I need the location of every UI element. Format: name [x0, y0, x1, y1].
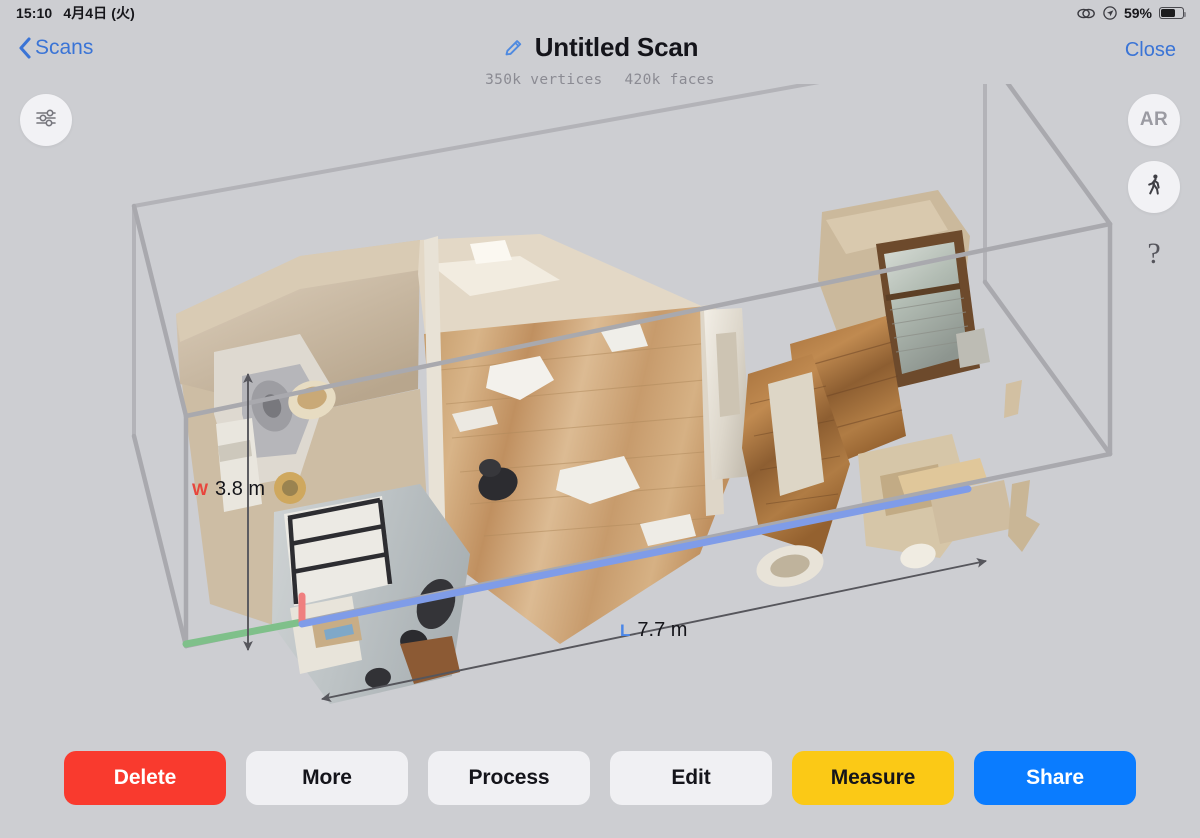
length-dimension-label: L 7.7 m [620, 619, 687, 642]
back-to-scans-button[interactable]: Scans [12, 34, 99, 62]
length-value: 7.7 m [637, 619, 688, 641]
status-time: 15:10 [16, 5, 53, 21]
delete-button[interactable]: Delete [64, 751, 226, 805]
edit-button[interactable]: Edit [610, 751, 772, 805]
question-mark-icon: ? [1147, 237, 1161, 270]
title-block: Untitled Scan 350k vertices 420k faces [0, 32, 1200, 88]
back-button-label: Scans [35, 36, 94, 59]
sliders-icon [33, 105, 59, 136]
scan-viewer-app: 15:10 4月4日 (火) 59% Scans Untitled Scan 3… [0, 0, 1200, 838]
link-icon [1077, 7, 1096, 20]
status-date: 4月4日 (火) [63, 5, 135, 21]
scan-3d-scene[interactable] [0, 84, 1200, 734]
chevron-left-icon [18, 37, 31, 59]
measure-button[interactable]: Measure [792, 751, 954, 805]
model-viewport[interactable] [0, 84, 1200, 734]
width-value: 3.8 m [215, 478, 266, 500]
status-bar: 15:10 4月4日 (火) 59% [0, 0, 1200, 26]
walkthrough-mode-button[interactable] [1128, 161, 1180, 213]
nav-bar: Scans Untitled Scan 350k vertices 420k f… [0, 26, 1200, 88]
walking-person-icon [1141, 172, 1167, 203]
pencil-icon[interactable] [502, 37, 524, 59]
process-button[interactable]: Process [428, 751, 590, 805]
length-axis-letter: L [620, 621, 631, 640]
status-bar-right: 59% [1077, 5, 1187, 21]
ar-label: AR [1139, 109, 1169, 130]
battery-percent: 59% [1123, 5, 1152, 21]
close-button[interactable]: Close [1119, 37, 1182, 64]
view-settings-button[interactable] [20, 94, 72, 146]
scan-title-row[interactable]: Untitled Scan [502, 32, 699, 63]
ar-mode-button[interactable]: AR [1128, 94, 1180, 146]
more-button[interactable]: More [246, 751, 408, 805]
page-title: Untitled Scan [534, 32, 699, 62]
width-axis-letter: W [192, 480, 209, 499]
share-button[interactable]: Share [974, 751, 1136, 805]
location-arrow-icon [1103, 6, 1117, 20]
battery-icon [1159, 7, 1187, 19]
action-toolbar: Delete More Process Edit Measure Share [0, 734, 1200, 838]
width-dimension-label: W 3.8 m [192, 478, 265, 501]
status-bar-left: 15:10 4月4日 (火) [16, 3, 135, 23]
help-button[interactable]: ? [1128, 228, 1180, 280]
